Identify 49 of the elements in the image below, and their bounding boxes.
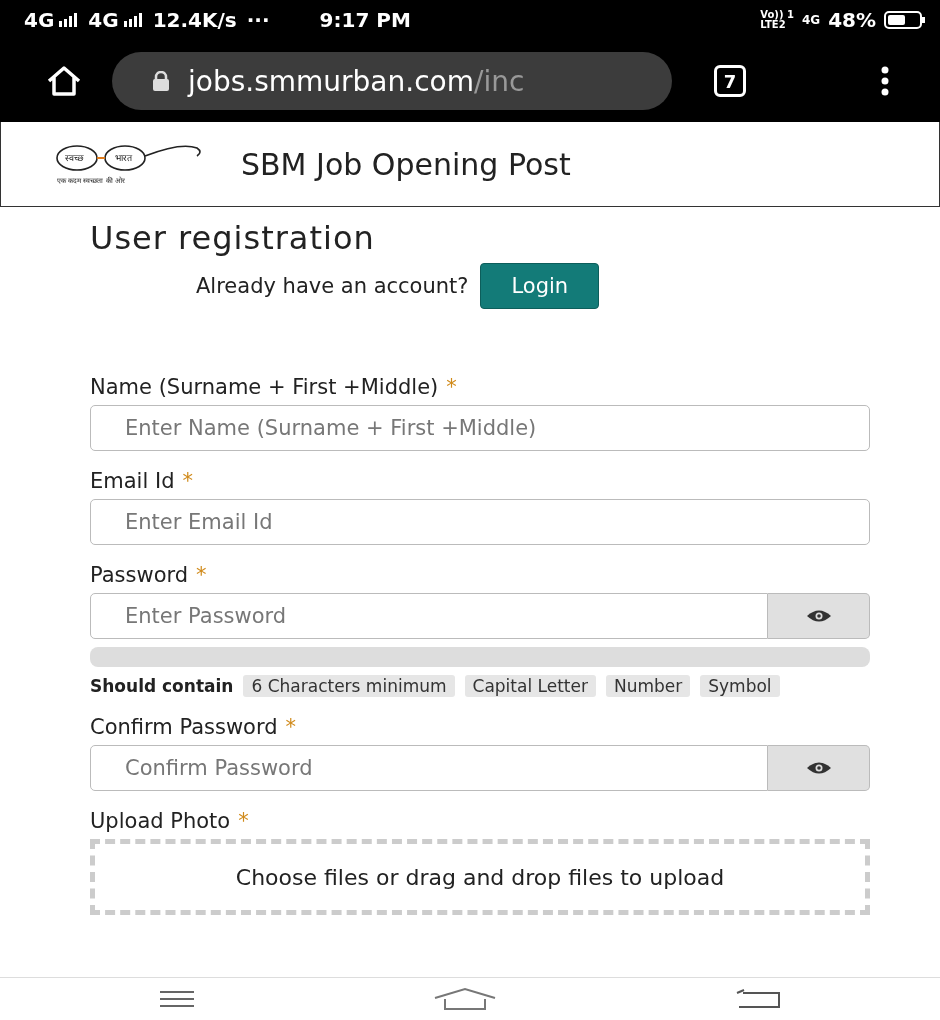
eye-icon (805, 761, 832, 775)
signal-icon (58, 13, 79, 27)
field-label: Name (Surname + First +Middle) (90, 375, 439, 399)
status-text: Vo)) 1 (760, 10, 794, 20)
required-mark: * (196, 563, 207, 587)
required-mark: * (446, 375, 457, 399)
signal-icon (122, 13, 143, 27)
requirement-tag: 6 Characters minimum (243, 675, 455, 697)
field-label: Password (90, 563, 189, 587)
status-text: ··· (246, 8, 270, 32)
status-text: 4G (801, 13, 821, 27)
requirement-tag: Number (605, 675, 691, 697)
field-label: Upload Photo (90, 809, 231, 833)
status-text: 12.4K/s (152, 8, 237, 32)
status-text: LTE2 (760, 20, 787, 30)
status-text: 4G (88, 8, 119, 32)
battery-percent: 48% (828, 8, 876, 32)
required-mark: * (182, 469, 193, 493)
menu-icon[interactable] (880, 66, 890, 96)
status-text: 4G (24, 8, 55, 32)
input-field[interactable]: Enter Name (Surname + First +Middle) (90, 405, 870, 451)
requirement-tag: Symbol (700, 675, 780, 697)
show-password-button[interactable] (768, 593, 870, 639)
input-field[interactable]: Enter Email Id (90, 499, 870, 545)
url-text: jobs.smmurban.com/inc (188, 64, 525, 98)
page-title: User registration (90, 219, 376, 257)
required-mark: * (285, 715, 297, 739)
site-title: SBM Job Opening Post (241, 146, 571, 182)
file-drop-zone[interactable]: Choose files or drag and drop files to upload (90, 839, 870, 915)
eye-icon (805, 609, 832, 623)
login-button[interactable]: Login (480, 263, 600, 309)
hint-label: Should contain (90, 676, 234, 696)
requirement-tag: Capital Letter (464, 675, 596, 697)
field-label: Email Id (90, 469, 175, 493)
tab-count[interactable]: 7 (714, 65, 746, 97)
status-time: 9:17 PM (319, 8, 411, 32)
show-password-button[interactable] (768, 745, 870, 791)
back-icon[interactable] (735, 989, 781, 1009)
battery-icon (884, 11, 926, 29)
required-mark: * (238, 809, 249, 833)
logo-word: भारत (115, 152, 132, 164)
account-prompt: Already have an account? (196, 274, 469, 298)
lock-icon (152, 71, 170, 91)
password-field[interactable]: Enter Password (90, 593, 768, 639)
logo-word: स्वच्छ (65, 152, 84, 164)
password-field[interactable]: Confirm Password (90, 745, 768, 791)
address-bar[interactable]: jobs.smmurban.com/inc (112, 52, 672, 110)
field-label: Confirm Password (90, 715, 278, 739)
home-icon[interactable] (46, 65, 82, 97)
